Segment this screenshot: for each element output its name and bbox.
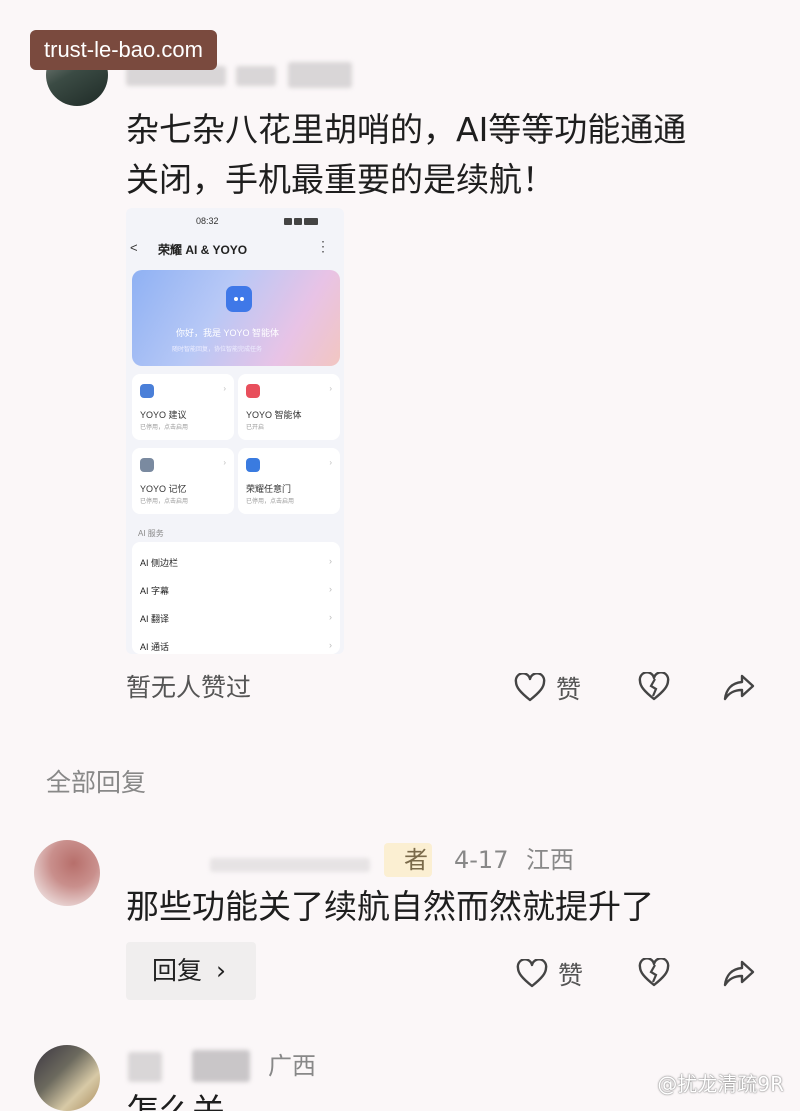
- post-text-line2: 关闭，手机最重要的是续航！: [126, 160, 555, 199]
- reply-button[interactable]: 回复 ›: [126, 942, 256, 1000]
- username-blurred: [128, 1052, 162, 1082]
- reply-text: 怎么关: [126, 1091, 225, 1111]
- phone-card-any-door: › 荣耀任意门 已停用，点击启用: [238, 448, 340, 514]
- phone-card-label: YOYO 建议: [140, 410, 187, 420]
- chevron-right-icon: ›: [329, 458, 332, 467]
- reply-date: 4-17: [454, 846, 509, 874]
- reply-button-label: 回复: [152, 956, 203, 985]
- heart-icon: [516, 959, 548, 989]
- yoyo-memory-icon: [140, 458, 154, 472]
- watermark-author: @扰龙清疏9R: [657, 1072, 784, 1096]
- yoyo-agent-icon: [246, 384, 260, 398]
- heart-icon: [514, 673, 546, 703]
- username-blurred: [210, 858, 370, 872]
- phone-hero-banner: 你好，我是 YOYO 智能体 随时智能回复，协位智能完成任务: [132, 270, 340, 366]
- heart-broken-icon: [638, 958, 670, 988]
- chevron-right-icon: ›: [329, 612, 332, 622]
- all-replies-header: 全部回复: [46, 768, 147, 797]
- avatar[interactable]: [34, 840, 100, 906]
- share-icon: [722, 672, 756, 702]
- chevron-right-icon: ›: [223, 384, 226, 393]
- like-label: 赞: [558, 961, 584, 990]
- author-badge: 者: [384, 843, 432, 877]
- share-icon: [722, 958, 756, 988]
- chevron-right-icon: ›: [329, 584, 332, 594]
- phone-hero-title: 你好，我是 YOYO 智能体: [176, 328, 280, 338]
- phone-card-label: YOYO 智能体: [246, 410, 302, 420]
- phone-card-label: 荣耀任意门: [246, 484, 292, 494]
- post-image[interactable]: 08:32 < 荣耀 AI & YOYO ⋮ 你好，我是 YOYO 智能体 随时…: [126, 208, 344, 654]
- phone-card-yoyo-suggest: › YOYO 建议 已停用，点击启用: [132, 374, 234, 440]
- dislike-button[interactable]: [638, 958, 670, 988]
- phone-ai-service-list: AI 侧边栏 › AI 字幕 › AI 翻译 › AI 通话 ›: [132, 542, 340, 654]
- phone-time: 08:32: [196, 216, 219, 226]
- yoyo-suggest-icon: [140, 384, 154, 398]
- phone-back-icon: <: [130, 240, 138, 255]
- phone-section-title: AI 服务: [138, 529, 164, 538]
- phone-list-item: AI 侧边栏: [140, 558, 179, 568]
- author-badge-text: 者: [404, 846, 428, 874]
- dislike-button[interactable]: [638, 672, 670, 702]
- phone-title: 荣耀 AI & YOYO: [158, 243, 248, 257]
- phone-card-sub: 已开启: [246, 425, 265, 431]
- watermark-site: trust-le-bao.com: [30, 30, 217, 70]
- phone-card-yoyo-agent: › YOYO 智能体 已开启: [238, 374, 340, 440]
- phone-list-item: AI 翻译: [140, 614, 170, 624]
- any-door-icon: [246, 458, 260, 472]
- phone-hero-subtitle: 随时智能回复，协位智能完成任务: [172, 347, 263, 353]
- reply-region: 广西: [268, 1052, 316, 1080]
- avatar[interactable]: [34, 1045, 100, 1111]
- username-blurred: [288, 62, 352, 88]
- phone-list-item: AI 通话: [140, 642, 170, 652]
- yoyo-icon: [226, 286, 252, 312]
- chevron-right-icon: ›: [329, 556, 332, 566]
- phone-more-icon: ⋮: [316, 238, 330, 254]
- post-text-line1: 杂七杂八花里胡哨的，AI等等功能通通: [126, 110, 687, 149]
- reply-text: 那些功能关了续航自然而然就提升了: [126, 887, 654, 926]
- like-label: 赞: [556, 675, 582, 704]
- username-blurred: [192, 1050, 250, 1082]
- chevron-right-icon: ›: [329, 384, 332, 393]
- phone-card-sub: 已停用，点击启用: [246, 499, 295, 505]
- phone-status-bar: 08:32: [126, 214, 344, 228]
- likes-summary: 暂无人赞过: [126, 673, 252, 702]
- share-button[interactable]: [722, 958, 756, 988]
- reply-region: 江西: [526, 846, 574, 874]
- username-blurred: [236, 66, 276, 86]
- chevron-right-icon: ›: [329, 640, 332, 650]
- like-button[interactable]: 赞: [516, 956, 583, 992]
- like-button[interactable]: 赞: [514, 670, 581, 706]
- phone-card-sub: 已停用，点击启用: [140, 499, 189, 505]
- phone-system-icons: [284, 217, 328, 225]
- phone-card-label: YOYO 记忆: [140, 484, 187, 494]
- phone-card-yoyo-memory: › YOYO 记忆 已停用，点击启用: [132, 448, 234, 514]
- chevron-right-icon: ›: [215, 956, 226, 985]
- chevron-right-icon: ›: [223, 458, 226, 467]
- phone-card-sub: 已停用，点击启用: [140, 425, 189, 431]
- share-button[interactable]: [722, 672, 756, 702]
- phone-list-item: AI 字幕: [140, 586, 170, 596]
- heart-broken-icon: [638, 672, 670, 702]
